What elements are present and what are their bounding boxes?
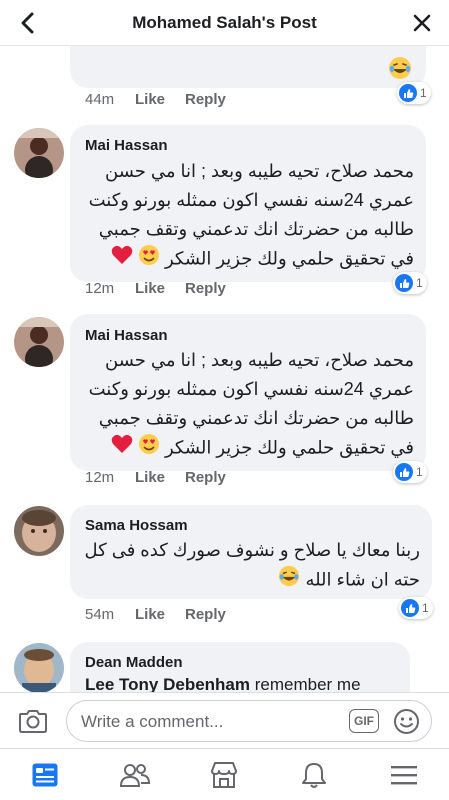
news-feed-icon [32,763,58,786]
comment-line: عمري 24سنه نفسي اكون ممثله بورنو وكنت [88,379,414,399]
reaction-count[interactable]: 1 [397,82,431,104]
reply-button[interactable]: Reply [185,469,226,486]
close-button[interactable] [409,10,435,36]
thumbs-up-icon [401,599,419,617]
comment-author[interactable]: Sama Hossam [85,517,188,534]
bottom-tab-bar [0,748,449,800]
heart-icon [111,245,133,274]
comment-line: محمد صلاح، تحيه طيبه وبعد ; انا مي حسن [105,161,414,181]
heart-eyes-emoji-icon [138,244,160,275]
avatar[interactable] [14,643,64,692]
friends-icon [119,763,150,787]
heart-icon [111,434,133,463]
comment-text: ربنا معاك يا صلاح و نشوف صورك كده فى كل … [80,536,421,596]
comment-line: حته ان شاء الله [80,565,420,596]
thumbs-up-icon [395,274,413,292]
comment-author[interactable]: Mai Hassan [85,137,168,154]
comment-body: remember me [254,675,361,692]
comment-line: ربنا معاك يا صلاح و نشوف صورك كده فى كل [84,540,421,560]
laughing-emoji-icon [278,565,300,596]
comment-actions: 54m Like Reply [85,606,226,623]
comment-composer: GIF [0,692,449,748]
reaction-count[interactable]: 1 [393,272,427,294]
comment-line: عمري 24سنه نفسي اكون ممثله بورنو وكنت [88,190,414,210]
tab-marketplace[interactable] [180,749,270,800]
avatar[interactable] [14,317,64,367]
comment-line: في تحقيق حلمي ولك جزير الشكر [80,433,414,464]
comment-actions: 12m Like Reply [85,280,226,297]
reaction-number: 1 [420,86,427,100]
comment-text: محمد صلاح، تحيه طيبه وبعد ; انا مي حسن ع… [80,157,414,275]
heart-eyes-emoji-icon [138,433,160,464]
like-button[interactable]: Like [135,91,185,108]
sticker-button[interactable] [393,708,420,735]
tab-news-feed[interactable] [0,749,90,800]
comment-time: 12m [85,280,115,297]
thumbs-up-icon [399,84,417,102]
comment-bubble [70,46,426,88]
comment-line: محمد صلاح، تحيه طيبه وبعد ; انا مي حسن [105,350,414,370]
comment-time: 54m [85,606,115,623]
comment-time: 12m [85,469,115,486]
comment-line: طالبه من حضرتك انك تدعمني وتقف جمبي [98,408,414,428]
reaction-count[interactable]: 1 [399,597,433,619]
tab-friends[interactable] [90,749,180,800]
page-title: Mohamed Salah's Post [132,12,317,32]
chevron-left-icon [21,12,34,34]
comment-box[interactable]: GIF [66,700,432,742]
camera-button[interactable] [18,707,48,735]
comment-author[interactable]: Dean Madden [85,654,183,671]
comment-actions: 12m Like Reply [85,469,226,486]
smiley-icon [394,709,419,734]
menu-icon [391,765,418,784]
comment-actions: 44m Like Reply [85,91,226,108]
notifications-icon [302,762,327,788]
like-button[interactable]: Like [135,469,185,486]
comments-feed[interactable]: 44m Like Reply 1 Mai Hassan محمد صلاح، ت… [0,46,449,692]
laughing-emoji-icon [388,56,412,85]
comment-time: 44m [85,91,115,108]
avatar[interactable] [14,506,64,556]
reaction-number: 1 [416,465,423,479]
comment-author[interactable]: Mai Hassan [85,327,168,344]
comment-text: Lee Tony Debenham remember me [85,675,361,692]
like-button[interactable]: Like [135,280,185,297]
comment-line: في تحقيق حلمي ولك جزير الشكر [80,244,414,275]
comment-line: طالبه من حضرتك انك تدعمني وتقف جمبي [98,219,414,239]
tab-menu[interactable] [359,749,449,800]
thumbs-up-icon [395,463,413,481]
reply-button[interactable]: Reply [185,280,226,297]
avatar[interactable] [14,128,64,178]
reply-button[interactable]: Reply [185,606,226,623]
close-icon [413,14,431,32]
marketplace-icon [211,761,238,788]
gif-button[interactable]: GIF [349,709,379,733]
reaction-count[interactable]: 1 [393,461,427,483]
comment-text: محمد صلاح، تحيه طيبه وبعد ; انا مي حسن ع… [80,346,414,464]
mention-link[interactable]: Lee Tony Debenham [85,675,250,692]
back-button[interactable] [14,9,42,37]
reply-button[interactable]: Reply [185,91,226,108]
reaction-number: 1 [422,601,429,615]
tab-notifications[interactable] [269,749,359,800]
camera-icon [19,710,47,733]
post-header: Mohamed Salah's Post [0,0,449,46]
reaction-number: 1 [416,276,423,290]
like-button[interactable]: Like [135,606,185,623]
comment-input[interactable] [81,710,331,734]
